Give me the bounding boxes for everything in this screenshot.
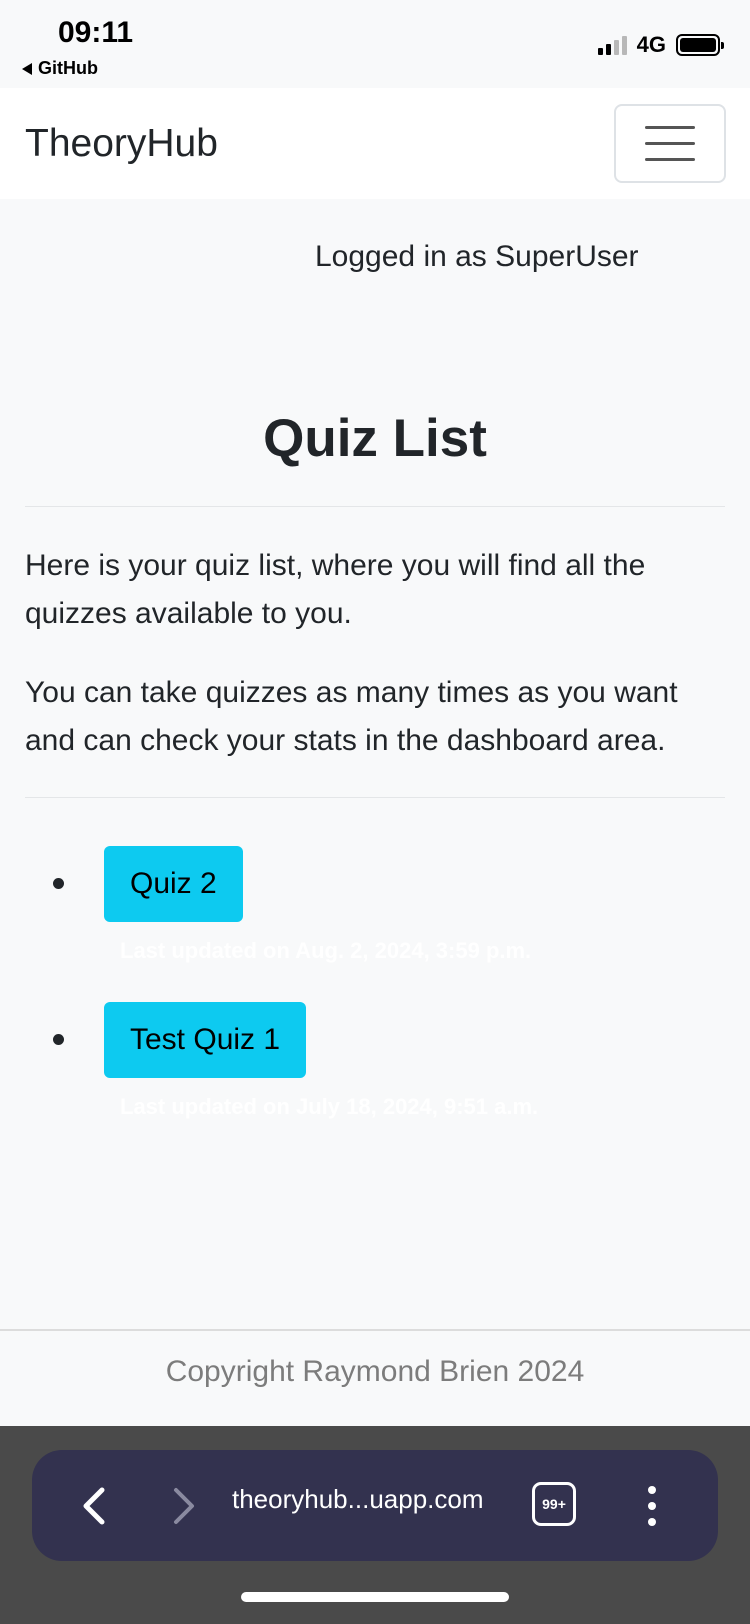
page-title: Quiz List xyxy=(263,409,487,468)
page: 09:11 GitHub 4G TheoryHub Logged in as S… xyxy=(0,0,750,1624)
back-to-app-link[interactable]: GitHub xyxy=(22,58,98,79)
logged-in-status: Logged in as SuperUser xyxy=(315,240,639,273)
chevron-right-icon[interactable] xyxy=(170,1486,198,1526)
network-type: 4G xyxy=(636,32,666,57)
chevron-left-icon[interactable] xyxy=(80,1486,108,1526)
back-triangle-icon xyxy=(22,62,32,75)
quiz-button-test-quiz-1[interactable]: Test Quiz 1 xyxy=(104,1002,307,1078)
bullet-icon xyxy=(53,1034,64,1045)
browser-url-bar: theoryhub...uapp.com 99+ xyxy=(32,1450,718,1561)
url-text[interactable]: theoryhub...uapp.com xyxy=(232,1484,484,1515)
brand-link[interactable]: TheoryHub xyxy=(25,122,218,166)
quiz-button-quiz-2[interactable]: Quiz 2 xyxy=(104,846,243,922)
bullet-icon xyxy=(53,878,64,889)
divider xyxy=(25,797,725,798)
signal-icon xyxy=(597,35,627,55)
more-vertical-icon[interactable] xyxy=(647,1486,657,1526)
navbar: TheoryHub xyxy=(0,88,750,199)
home-indicator[interactable] xyxy=(241,1592,509,1602)
copyright-text: Copyright Raymond Brien 2024 xyxy=(165,1355,585,1388)
last-updated-text: Last updated on July 18, 2024, 9:51 a.m. xyxy=(120,1094,539,1119)
footer: Copyright Raymond Brien 2024 xyxy=(0,1331,750,1426)
battery-icon xyxy=(676,34,724,56)
intro-paragraph-1: Here is your quiz list, where you will f… xyxy=(25,549,646,630)
status-bar: 09:11 GitHub 4G xyxy=(0,0,750,88)
tabs-count-button[interactable]: 99+ xyxy=(532,1482,576,1526)
hamburger-menu-icon[interactable] xyxy=(614,104,726,183)
browser-toolbar: theoryhub...uapp.com 99+ xyxy=(0,1426,750,1624)
intro-paragraph-2: You can take quizzes as many times as yo… xyxy=(25,676,678,757)
status-time: 09:11 xyxy=(58,16,134,49)
status-indicators: 4G xyxy=(597,32,724,58)
last-updated-text: Last updated on Aug. 2, 2024, 3:59 p.m. xyxy=(120,938,532,963)
divider xyxy=(25,506,725,507)
back-app-label: GitHub xyxy=(38,58,98,78)
